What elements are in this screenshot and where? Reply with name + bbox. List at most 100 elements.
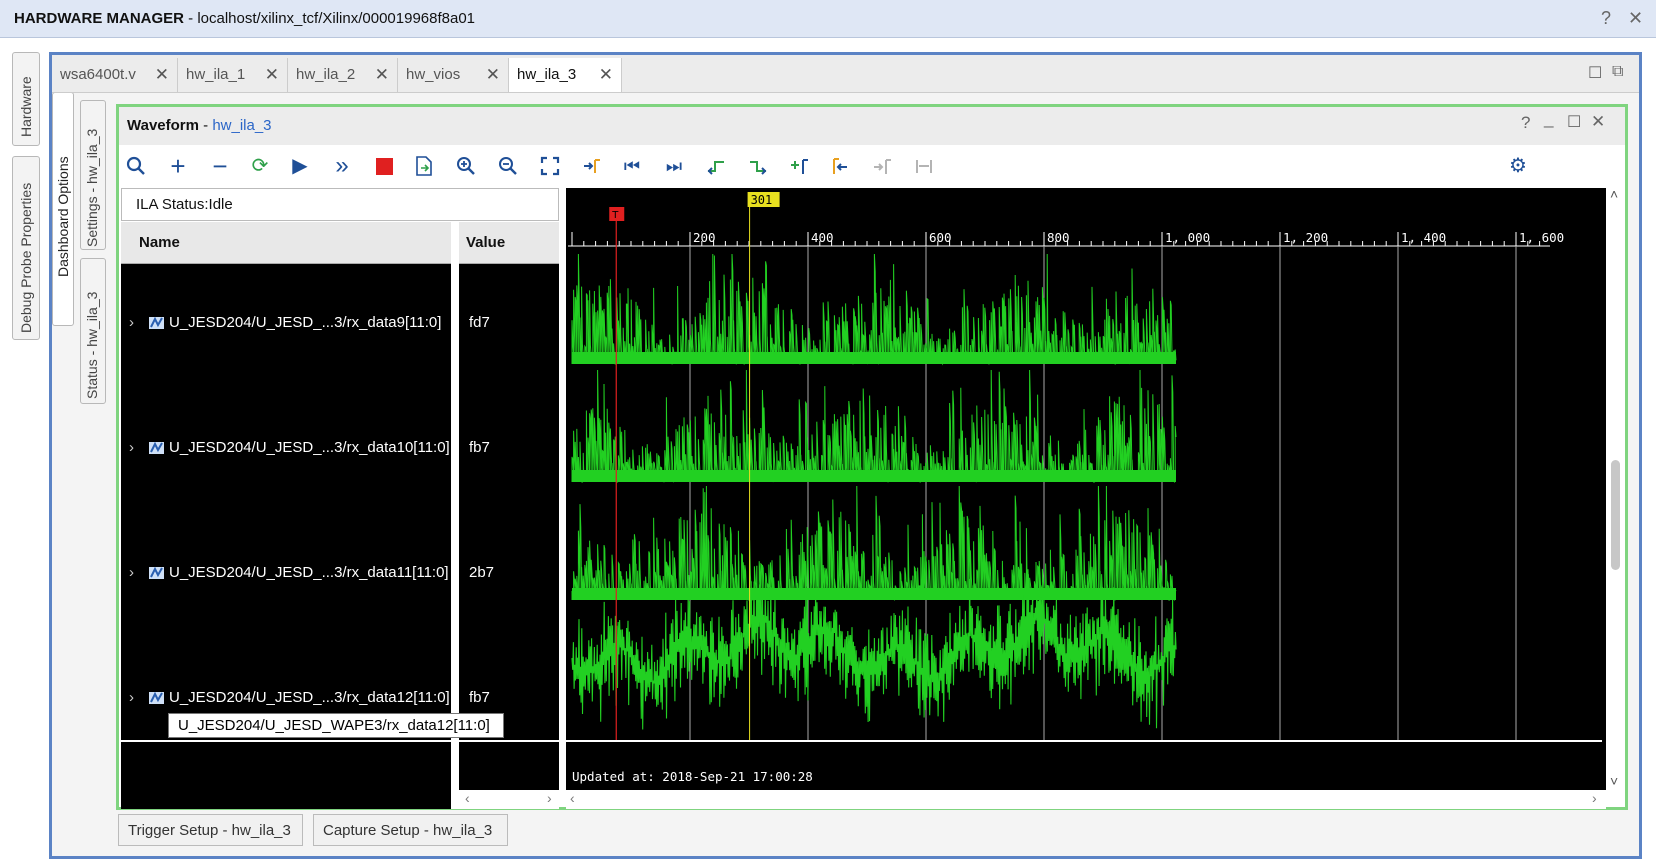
- tab-wsa6400t[interactable]: wsa6400t.v ✕: [52, 58, 178, 92]
- side-tab-debug-probe-properties[interactable]: Debug Probe Properties: [12, 156, 40, 340]
- zoom-out-icon[interactable]: [495, 153, 521, 179]
- signal-row[interactable]: › U_JESD204/U_JESD_...3/rx_data10[11:0] …: [121, 437, 641, 461]
- signal-row[interactable]: › U_JESD204/U_JESD_...3/rx_data9[11:0] f…: [121, 312, 641, 336]
- bus-waveform: [571, 369, 1177, 484]
- tab-hw-vios[interactable]: hw_vios ✕: [398, 58, 509, 92]
- bus-waveform: [571, 485, 1177, 602]
- marker-label: 301: [751, 193, 773, 207]
- scroll-left-icon[interactable]: ‹: [465, 790, 470, 806]
- signal-name: U_JESD204/U_JESD_...3/rx_data10[11:0]: [169, 439, 450, 456]
- add-marker-icon[interactable]: [787, 153, 813, 179]
- export-icon[interactable]: [411, 153, 437, 179]
- tab-hw-ila-2[interactable]: hw_ila_2 ✕: [288, 58, 398, 92]
- maximize-icon[interactable]: ☐: [1588, 63, 1602, 83]
- signal-value: fb7: [469, 689, 490, 706]
- search-icon[interactable]: [123, 153, 149, 179]
- waveform-area[interactable]: 200 400 600 800 1, 000 1, 200 1, 400 1, 600 301 T…: [566, 188, 1606, 790]
- waveform-canvas[interactable]: 200 400 600 800 1, 000 1, 200 1, 400 1, 600 301 T: [566, 188, 1606, 790]
- window-title: HARDWARE MANAGER - localhost/xilinx_tcf/…: [14, 10, 476, 27]
- side-tab-dashboard-options[interactable]: Dashboard Options: [52, 92, 74, 326]
- run-icon[interactable]: ▶: [287, 153, 313, 179]
- next-marker-icon[interactable]: [869, 153, 895, 179]
- bus-waveform-base: [572, 352, 1176, 364]
- bus-icon: [149, 566, 164, 579]
- close-tab-icon[interactable]: ✕: [375, 65, 389, 85]
- minimize-icon[interactable]: _: [1544, 109, 1553, 129]
- bus-icon: [149, 316, 164, 329]
- go-to-end-icon[interactable]: ⏭: [661, 153, 687, 179]
- close-icon[interactable]: ✕: [1628, 8, 1643, 29]
- waveform-title-link[interactable]: hw_ila_3: [212, 117, 271, 134]
- scroll-right-icon[interactable]: ›: [1592, 790, 1597, 806]
- signal-row[interactable]: › U_JESD204/U_JESD_...3/rx_data11[11:0] …: [121, 562, 641, 586]
- help-icon[interactable]: ?: [1521, 113, 1530, 133]
- scroll-right-icon[interactable]: ›: [547, 790, 552, 806]
- previous-marker-icon[interactable]: [827, 153, 853, 179]
- tab-capture-setup[interactable]: Capture Setup - hw_ila_3: [313, 814, 508, 846]
- refresh-icon[interactable]: ⟳: [247, 153, 273, 179]
- row-separator: [121, 740, 1602, 742]
- signal-name: U_JESD204/U_JESD_...3/rx_data12[11:0]: [169, 689, 450, 706]
- signal-name: U_JESD204/U_JESD_...3/rx_data11[11:0]: [169, 564, 449, 581]
- gear-icon[interactable]: ⚙: [1505, 153, 1531, 179]
- waveform-title: Waveform - hw_ila_3: [127, 117, 272, 134]
- bus-icon: [149, 691, 164, 704]
- bus-waveform-base: [572, 588, 1176, 600]
- timeline-tick-label: 200: [693, 230, 716, 245]
- tab-hw-ila-3[interactable]: hw_ila_3 ✕: [509, 58, 622, 92]
- scroll-down-icon[interactable]: ˅: [1610, 773, 1618, 789]
- stop-icon[interactable]: [371, 153, 397, 179]
- close-tab-icon[interactable]: ✕: [599, 65, 613, 85]
- previous-transition-icon[interactable]: [703, 153, 729, 179]
- side-tab-settings[interactable]: Settings - hw_ila_3: [80, 100, 106, 250]
- timeline-tick-label: 1, 600: [1519, 230, 1564, 245]
- signal-name: U_JESD204/U_JESD_...3/rx_data9[11:0]: [169, 314, 442, 331]
- bus-icon: [149, 441, 164, 454]
- go-to-cursor-icon[interactable]: [579, 153, 605, 179]
- timeline-tick-label: 600: [929, 230, 952, 245]
- value-scrollbar[interactable]: ‹ ›: [459, 790, 559, 809]
- expand-icon[interactable]: ›: [129, 564, 134, 581]
- swap-cursor-icon[interactable]: [911, 153, 937, 179]
- zoom-fit-icon[interactable]: [537, 153, 563, 179]
- timeline-tick-label: 400: [811, 230, 834, 245]
- timeline-tick-label: 1, 000: [1165, 230, 1210, 245]
- run-immediate-icon[interactable]: »: [329, 153, 355, 179]
- help-icon[interactable]: ?: [1601, 8, 1611, 29]
- name-column-header[interactable]: Name: [139, 234, 180, 251]
- trigger-label: T: [611, 210, 619, 221]
- value-column-header[interactable]: Value: [466, 234, 505, 251]
- scroll-up-icon[interactable]: ˄: [1610, 186, 1618, 202]
- scroll-left-icon[interactable]: ‹: [570, 790, 575, 806]
- bus-waveform: [571, 253, 1177, 366]
- tab-hw-ila-1[interactable]: hw_ila_1 ✕: [178, 58, 288, 92]
- signal-value: fd7: [469, 314, 490, 331]
- maximize-icon[interactable]: ☐: [1567, 112, 1581, 132]
- signal-tooltip: U_JESD204/U_JESD_WAPE3/rx_data12[11:0]: [168, 713, 504, 738]
- side-tab-status[interactable]: Status - hw_ila_3: [80, 258, 106, 404]
- waveform-toolbar: + − ⟳ ▶ » ⏮ ⏭ ⚙: [119, 145, 1625, 187]
- bottom-tabs: Trigger Setup - hw_ila_3 Capture Setup -…: [52, 812, 1639, 856]
- horizontal-scrollbar[interactable]: ‹ ›: [566, 790, 1606, 809]
- signal-row[interactable]: › U_JESD204/U_JESD_...3/rx_data12[11:0] …: [121, 687, 641, 711]
- remove-icon[interactable]: −: [207, 153, 233, 179]
- zoom-in-icon[interactable]: [453, 153, 479, 179]
- expand-icon[interactable]: ›: [129, 439, 134, 456]
- add-icon[interactable]: +: [165, 153, 191, 179]
- close-tab-icon[interactable]: ✕: [155, 65, 169, 85]
- go-to-start-icon[interactable]: ⏮: [619, 153, 645, 179]
- expand-icon[interactable]: ›: [129, 689, 134, 706]
- bus-waveform-base: [572, 470, 1176, 482]
- timeline-tick-label: 1, 200: [1283, 230, 1328, 245]
- updated-timestamp: Updated at: 2018-Sep-21 17:00:28: [572, 769, 813, 784]
- vertical-scroll-thumb[interactable]: [1611, 460, 1620, 570]
- close-icon[interactable]: ✕: [1591, 112, 1605, 132]
- expand-icon[interactable]: ›: [129, 314, 134, 331]
- next-transition-icon[interactable]: [745, 153, 771, 179]
- close-tab-icon[interactable]: ✕: [486, 65, 500, 85]
- float-icon[interactable]: ⧉: [1612, 63, 1623, 81]
- ila-status-field: ILA Status:Idle: [121, 188, 559, 221]
- tab-trigger-setup[interactable]: Trigger Setup - hw_ila_3: [118, 814, 303, 846]
- side-tab-hardware[interactable]: Hardware: [12, 52, 40, 146]
- close-tab-icon[interactable]: ✕: [265, 65, 279, 85]
